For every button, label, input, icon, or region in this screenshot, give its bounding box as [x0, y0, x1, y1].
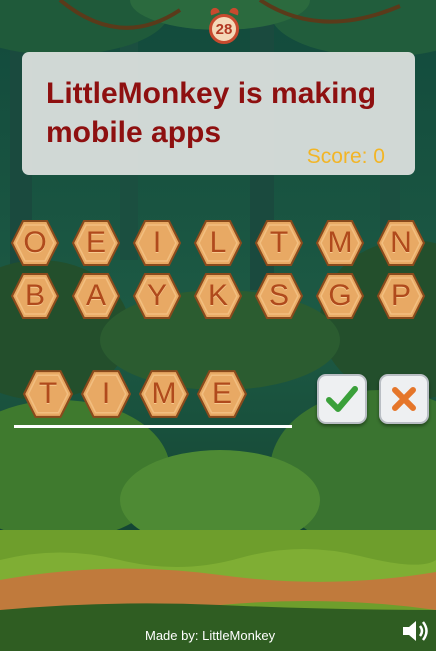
letter-tile[interactable]: L [193, 218, 243, 268]
letter-tile[interactable]: O [10, 218, 60, 268]
letter: M [151, 377, 177, 410]
letter-tile[interactable]: K [193, 271, 243, 321]
answer-tile[interactable]: M [138, 368, 190, 420]
speaker-icon[interactable] [401, 618, 431, 644]
letter-tile[interactable]: A [71, 271, 121, 321]
letter: T [269, 226, 289, 259]
letter: P [390, 279, 411, 312]
cross-icon [392, 387, 416, 411]
letter-tile[interactable]: S [254, 271, 304, 321]
letter: A [85, 279, 106, 312]
letter: I [101, 377, 111, 410]
letter: I [152, 226, 162, 259]
message-panel: LittleMonkey is making mobile apps Score… [22, 52, 415, 175]
letter-tile[interactable]: N [376, 218, 426, 268]
letter: T [38, 377, 58, 410]
confirm-button[interactable] [317, 374, 367, 424]
answer-tile[interactable]: I [80, 368, 132, 420]
timer: 28 [207, 6, 243, 48]
letter: E [85, 226, 106, 259]
letter-tile[interactable]: M [315, 218, 365, 268]
letter-tile[interactable]: B [10, 271, 60, 321]
letter: E [211, 377, 232, 410]
cancel-button[interactable] [379, 374, 429, 424]
letter-tile[interactable]: E [71, 218, 121, 268]
letter: O [23, 226, 47, 259]
letter: N [390, 226, 412, 259]
letter: K [207, 279, 228, 312]
answer-tile[interactable]: T [22, 368, 74, 420]
letter: M [327, 226, 353, 259]
message-text: LittleMonkey is making mobile apps [46, 77, 377, 149]
letter: Y [146, 279, 167, 312]
letter-tile[interactable]: P [376, 271, 426, 321]
score-label: Score: 0 [306, 145, 385, 168]
letter: B [24, 279, 45, 312]
letter: G [328, 279, 352, 312]
made-by-label: Made by: LittleMonkey [145, 628, 276, 643]
answer-tile[interactable]: E [196, 368, 248, 420]
letter-tile[interactable]: I [132, 218, 182, 268]
answer-underline [14, 425, 292, 428]
letter: S [268, 279, 289, 312]
timer-value: 28 [209, 14, 239, 44]
letter-tile[interactable]: Y [132, 271, 182, 321]
letter-tile[interactable]: G [315, 271, 365, 321]
letter-tile[interactable]: T [254, 218, 304, 268]
check-icon [326, 386, 358, 412]
letter: L [209, 226, 227, 259]
